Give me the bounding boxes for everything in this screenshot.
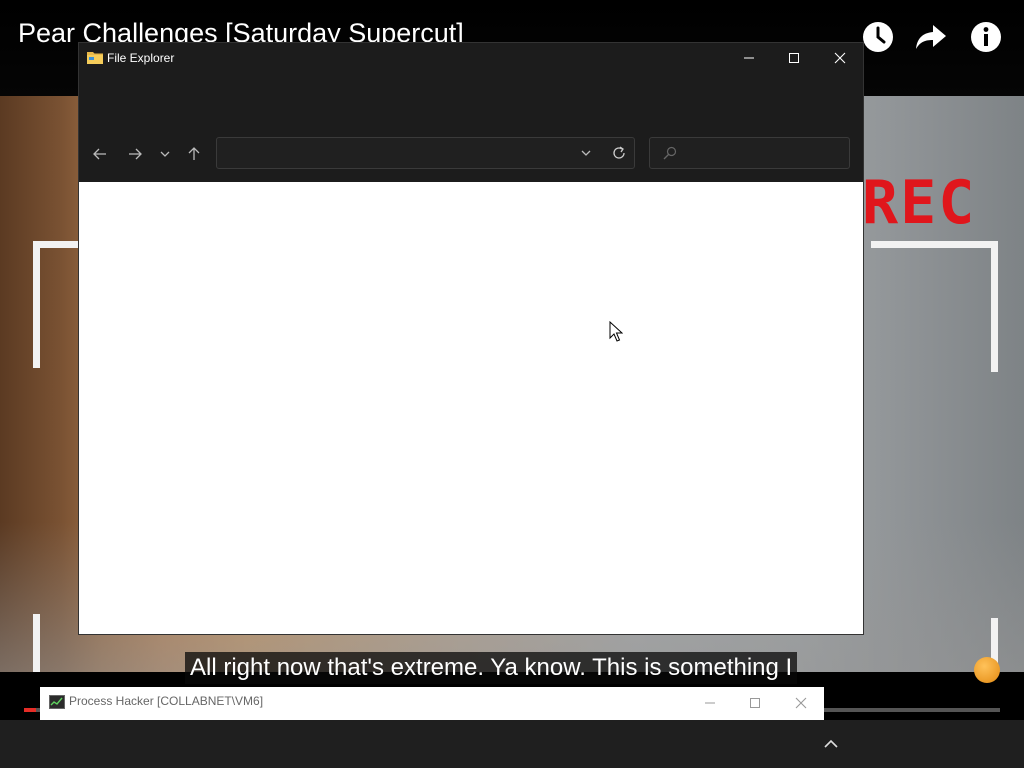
search-icon [662, 145, 678, 161]
process-hacker-app-icon [49, 695, 65, 709]
refresh-icon [613, 146, 625, 159]
address-bar[interactable] [216, 137, 635, 169]
arrow-up-icon [188, 147, 200, 160]
info-icon[interactable] [969, 20, 1003, 54]
forward-button[interactable] [121, 143, 149, 165]
process-hacker-window[interactable]: Process Hacker [COLLABNET\VM6] [40, 687, 824, 720]
arrow-right-icon [129, 148, 142, 160]
emoji-icon [974, 657, 1000, 683]
subtitle-caption: All right now that's extreme. Ya know. T… [185, 652, 798, 684]
window-title: File Explorer [107, 51, 175, 65]
process-hacker-title: Process Hacker [COLLABNET\VM6] [69, 694, 264, 708]
refresh-button[interactable] [608, 142, 630, 164]
chevron-up-icon[interactable] [822, 736, 840, 752]
arrow-left-icon [93, 148, 106, 160]
back-button[interactable] [86, 143, 114, 165]
minimize-button[interactable] [726, 43, 772, 73]
progress-bar-fill [24, 708, 36, 712]
close-button[interactable] [788, 692, 814, 714]
viewfinder-corner-top-right [871, 241, 998, 372]
rec-indicator: REC [862, 168, 977, 238]
chevron-down-icon [160, 151, 170, 157]
chevron-down-icon [581, 150, 591, 156]
maximize-button[interactable] [771, 43, 817, 73]
taskbar [0, 720, 1024, 768]
up-button[interactable] [180, 143, 208, 165]
share-icon[interactable] [914, 20, 948, 54]
mouse-cursor-icon [609, 320, 624, 343]
recent-locations-button[interactable] [151, 143, 179, 165]
file-explorer-window[interactable]: File Explorer [79, 43, 863, 634]
close-button[interactable] [817, 43, 863, 73]
address-dropdown-button[interactable] [575, 142, 597, 164]
file-list-area[interactable] [79, 182, 863, 634]
watch-later-icon[interactable] [861, 20, 895, 54]
minimize-button[interactable] [697, 692, 723, 714]
maximize-button[interactable] [742, 692, 768, 714]
title-bar[interactable]: File Explorer [79, 43, 863, 73]
search-input[interactable] [649, 137, 850, 169]
folder-icon [87, 51, 103, 64]
